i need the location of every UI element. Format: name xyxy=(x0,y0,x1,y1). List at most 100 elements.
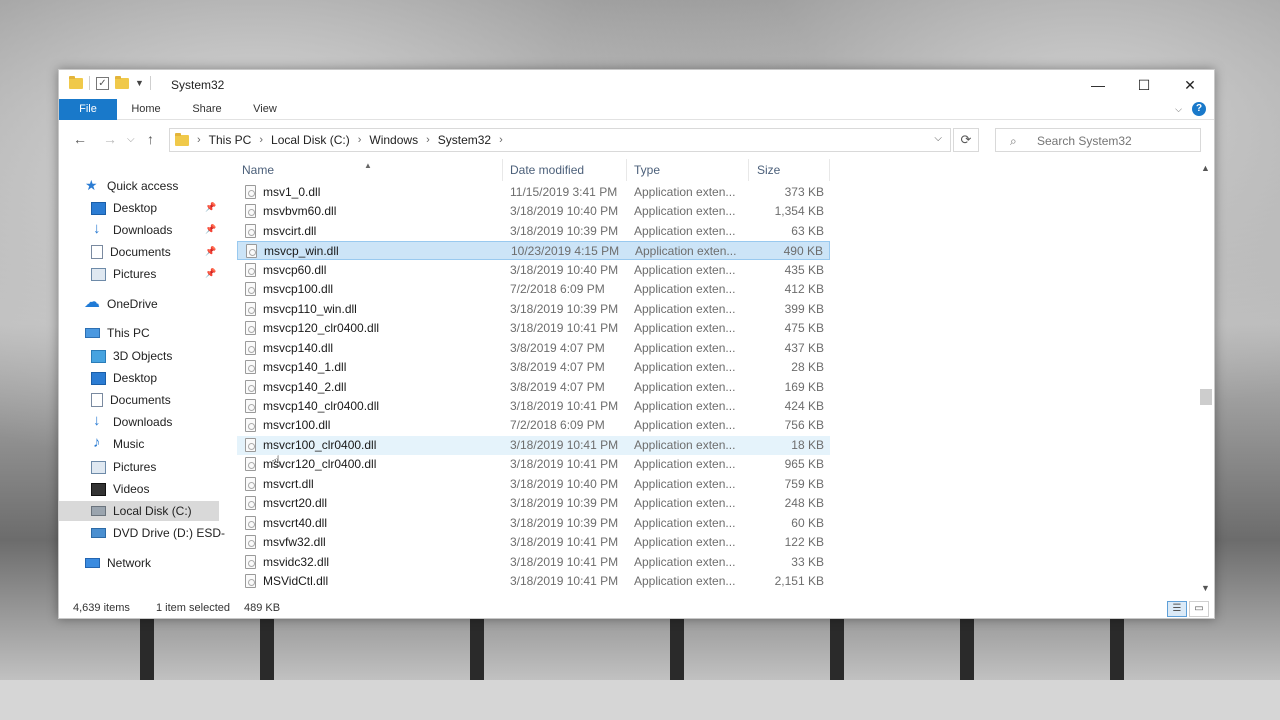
table-row[interactable]: msvcp120_clr0400.dll 3/18/2019 10:41 PM Ap… xyxy=(237,319,830,338)
properties-icon[interactable]: ✓ xyxy=(96,76,109,90)
forward-arrow-icon[interactable]: → xyxy=(103,131,117,147)
table-row[interactable]: MSVidCtl.dll 3/18/2019 10:41 PM Applicatio… xyxy=(237,572,830,591)
sidebar-item-label: Desktop xyxy=(113,201,158,215)
file-name: msvcirt.dll xyxy=(263,223,317,238)
sidebar-item-music[interactable]: Music xyxy=(91,434,144,454)
customize-toolbar-icon[interactable]: ▼ xyxy=(135,78,144,88)
table-row[interactable]: msvcrt40.dll 3/18/2019 10:39 PM Applicatio… xyxy=(237,514,830,533)
sidebar-item-desktop[interactable]: Desktop xyxy=(91,198,221,218)
address-bar[interactable]: › This PC › Local Disk (C:) › Windows › … xyxy=(169,128,951,152)
sidebar-item-dvd-drive[interactable]: DVD Drive (D:) ESD- xyxy=(91,523,225,543)
breadcrumb-this-pc[interactable]: This PC xyxy=(209,133,252,147)
table-row[interactable]: msvcrt.dll 3/18/2019 10:40 PM Application … xyxy=(237,475,830,494)
pin-icon[interactable]: 📌 xyxy=(205,224,216,235)
tab-share[interactable]: Share xyxy=(181,99,233,120)
chevron-down-icon[interactable]: ⌵ xyxy=(934,133,942,144)
sidebar-item-videos[interactable]: Videos xyxy=(91,479,149,499)
new-folder-icon[interactable] xyxy=(115,75,129,89)
breadcrumb-separator[interactable]: › xyxy=(426,134,430,146)
table-row[interactable]: msvcr120_clr0400.dll 3/18/2019 10:41 PM Ap… xyxy=(237,455,830,474)
file-name: msvcp110_win.dll xyxy=(263,301,357,316)
table-row[interactable]: msvcr100.dll 7/2/2018 6:09 PM Application … xyxy=(237,416,830,435)
sidebar-item-this-pc[interactable]: This PC xyxy=(85,323,150,343)
refresh-button[interactable]: ⟳ xyxy=(953,128,979,152)
pin-icon[interactable]: 📌 xyxy=(205,268,216,279)
file-date: 3/8/2019 4:07 PM xyxy=(510,340,605,355)
sidebar-item-onedrive[interactable]: OneDrive xyxy=(84,292,158,314)
table-row[interactable]: msvcirt.dll 3/18/2019 10:39 PM Application… xyxy=(237,222,830,241)
sidebar-item-pc-documents[interactable]: Documents xyxy=(91,390,171,410)
scroll-down-icon[interactable]: ▼ xyxy=(1201,583,1210,593)
cube-icon xyxy=(91,349,106,363)
table-row[interactable]: msvcrt20.dll 3/18/2019 10:39 PM Applicatio… xyxy=(237,494,830,513)
sidebar-item-downloads[interactable]: Downloads xyxy=(91,220,172,240)
table-row[interactable]: msvcp140_2.dll 3/8/2019 4:07 PM Applicatio… xyxy=(237,378,830,397)
search-box[interactable]: ⌕ xyxy=(995,128,1201,152)
column-header-type[interactable]: Type xyxy=(629,159,749,181)
sidebar-item-label: 3D Objects xyxy=(113,349,173,363)
close-button[interactable]: ✕ xyxy=(1167,70,1213,100)
search-input[interactable] xyxy=(1037,134,1197,148)
sidebar-item-pc-pictures[interactable]: Pictures xyxy=(91,457,156,477)
recent-locations-icon[interactable]: ⌵ xyxy=(127,134,135,145)
help-icon[interactable]: ? xyxy=(1192,102,1206,116)
pin-icon[interactable]: 📌 xyxy=(205,246,216,257)
sidebar-item-network[interactable]: Network xyxy=(85,553,151,573)
tab-view[interactable]: View xyxy=(241,99,289,120)
sidebar-item-pc-desktop[interactable]: Desktop xyxy=(91,368,157,388)
table-row[interactable]: msvidc32.dll 3/18/2019 10:41 PM Applicatio… xyxy=(237,553,830,572)
breadcrumb-windows[interactable]: Windows xyxy=(369,133,418,147)
table-row[interactable]: msvcp140_1.dll 3/8/2019 4:07 PM Applicatio… xyxy=(237,358,830,377)
table-row[interactable]: msvcp100.dll 7/2/2018 6:09 PM Application … xyxy=(237,280,830,299)
vertical-scrollbar[interactable]: ▲ ▼ xyxy=(1198,159,1214,599)
column-header-size[interactable]: Size xyxy=(752,159,830,181)
expand-ribbon-icon[interactable]: ⌵ xyxy=(1175,104,1182,115)
file-name: msvcr100_clr0400.dll xyxy=(263,437,377,452)
minimize-button[interactable]: — xyxy=(1075,70,1121,100)
file-size: 437 KB xyxy=(784,340,824,355)
breadcrumb-system32[interactable]: System32 xyxy=(438,133,491,147)
sidebar-item-label: Documents xyxy=(110,245,171,259)
sidebar-item-local-disk[interactable]: Local Disk (C:) xyxy=(59,501,219,521)
breadcrumb-separator[interactable]: › xyxy=(358,134,362,146)
table-row[interactable]: msvfw32.dll 3/18/2019 10:41 PM Application… xyxy=(237,533,830,552)
table-row[interactable]: msvcp140.dll 3/8/2019 4:07 PM Application … xyxy=(237,339,830,358)
breadcrumb-separator[interactable]: › xyxy=(499,134,503,146)
music-icon xyxy=(91,434,106,451)
table-row[interactable]: msvcp_win.dll 10/23/2019 4:15 PM Applicati… xyxy=(237,241,830,261)
sidebar-item-pc-downloads[interactable]: Downloads xyxy=(91,412,172,432)
column-header-date[interactable]: Date modified xyxy=(505,159,627,181)
file-size: 18 KB xyxy=(791,437,824,452)
up-arrow-icon[interactable]: ↑ xyxy=(147,131,154,147)
scroll-up-icon[interactable]: ▲ xyxy=(1201,163,1210,173)
file-name: msvidc32.dll xyxy=(263,554,330,569)
sidebar-item-pictures[interactable]: Pictures xyxy=(91,264,156,284)
file-type: Application exten... xyxy=(634,301,736,316)
table-row[interactable]: msvcp140_clr0400.dll 3/18/2019 10:41 PM Ap… xyxy=(237,397,830,416)
sidebar-item-quick-access[interactable]: Quick access xyxy=(85,176,178,196)
sidebar-item-3d-objects[interactable]: 3D Objects xyxy=(91,346,172,366)
breadcrumb-separator[interactable]: › xyxy=(197,134,201,146)
scrollbar-thumb[interactable] xyxy=(1200,389,1212,405)
maximize-button[interactable]: ☐ xyxy=(1121,70,1167,100)
tab-home[interactable]: Home xyxy=(121,99,171,120)
sidebar-item-documents[interactable]: Documents xyxy=(91,242,171,262)
file-date: 3/18/2019 10:41 PM xyxy=(510,554,619,569)
breadcrumb-separator[interactable]: › xyxy=(259,134,263,146)
table-row[interactable]: msvcp60.dll 3/18/2019 10:40 PM Application… xyxy=(237,261,830,280)
status-bar: 4,639 items 1 item selected 489 KB ☰ ▭ xyxy=(59,598,1214,620)
table-row[interactable]: msvcp110_win.dll 3/18/2019 10:39 PM Applic… xyxy=(237,300,830,319)
file-size: 424 KB xyxy=(784,398,824,413)
tab-file[interactable]: File xyxy=(59,99,117,120)
file-size: 169 KB xyxy=(784,379,824,394)
column-header-name[interactable]: Name ▲ xyxy=(237,159,503,181)
table-row[interactable]: msvcr100_clr0400.dll 3/18/2019 10:41 PM Ap… xyxy=(237,435,830,455)
table-row[interactable]: msvbvm60.dll 3/18/2019 10:40 PM Applicatio… xyxy=(237,202,830,221)
table-row[interactable]: msv1_0.dll 11/15/2019 3:41 PM Application … xyxy=(237,183,830,202)
pin-icon[interactable]: 📌 xyxy=(205,202,216,213)
back-arrow-icon[interactable]: ← xyxy=(73,131,87,147)
breadcrumb-local-disk[interactable]: Local Disk (C:) xyxy=(271,133,350,147)
large-icons-view-button[interactable]: ▭ xyxy=(1189,601,1209,617)
file-type: Application exten... xyxy=(634,574,736,588)
details-view-button[interactable]: ☰ xyxy=(1167,601,1187,617)
